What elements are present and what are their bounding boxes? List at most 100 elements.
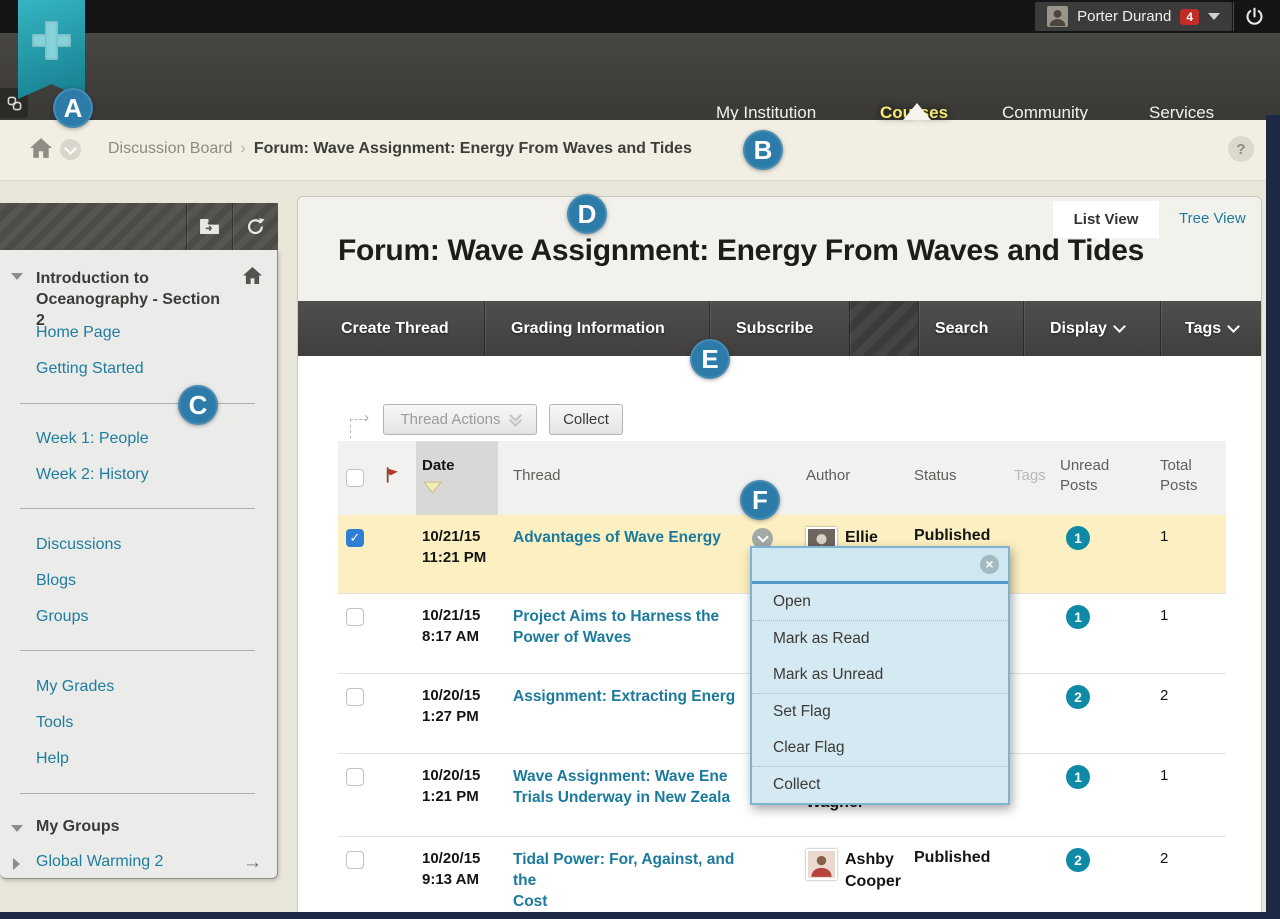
- chevron-down-icon: [1227, 320, 1240, 333]
- group-open-arrow[interactable]: →: [243, 852, 262, 874]
- forum-action-bar: Create Thread Grading Information Subscr…: [298, 301, 1261, 356]
- thread-status: Published: [914, 849, 990, 867]
- user-menu[interactable]: Porter Durand 4: [1035, 2, 1232, 31]
- unread-posts-badge[interactable]: 1: [1066, 526, 1090, 550]
- create-thread-button[interactable]: Create Thread: [341, 301, 449, 356]
- row-checkbox[interactable]: [346, 768, 364, 786]
- forum-header: List View Tree View Forum: Wave Assignme…: [298, 197, 1261, 301]
- chevron-down-icon: [1113, 320, 1126, 333]
- tab-services[interactable]: Services: [1149, 103, 1214, 123]
- thread-actions-button[interactable]: Thread Actions: [383, 404, 537, 435]
- menu-item-mark-as-read[interactable]: Mark as Read: [752, 620, 1008, 657]
- refresh-button[interactable]: [232, 203, 278, 250]
- search-button[interactable]: Search: [935, 301, 988, 356]
- display-menu-button[interactable]: Display: [1050, 301, 1124, 356]
- plus-icon: [45, 21, 58, 60]
- menu-item-mark-as-unread[interactable]: Mark as Unread: [752, 657, 1008, 693]
- thread-link[interactable]: Tidal Power: For, Against, and theCost: [513, 849, 761, 912]
- sidebar-item-blogs[interactable]: Blogs: [36, 572, 76, 590]
- sidebar-item-global-warming-2[interactable]: Global Warming 2: [36, 853, 163, 871]
- sidebar-item-my-grades[interactable]: My Grades: [36, 678, 114, 696]
- course-title: Introduction to Oceanography - Section 2: [36, 268, 231, 331]
- tab-my-institution[interactable]: My Institution: [716, 103, 816, 123]
- actionbar-stripe: [849, 301, 918, 356]
- course-menu: Introduction to Oceanography - Section 2…: [0, 250, 278, 879]
- author-avatar: [806, 849, 837, 880]
- user-name: Porter Durand: [1077, 8, 1171, 25]
- my-groups-heading: My Groups: [36, 818, 120, 836]
- total-posts: 1: [1160, 767, 1168, 784]
- column-header-date[interactable]: Date: [422, 457, 455, 474]
- grading-information-button[interactable]: Grading Information: [511, 301, 665, 356]
- sidebar-item-tools[interactable]: Tools: [36, 714, 73, 732]
- breadcrumb-bar: Discussion Board›Forum: Wave Assignment:…: [0, 120, 1280, 181]
- tab-list-view[interactable]: List View: [1053, 201, 1159, 238]
- breadcrumb-separator: ›: [241, 140, 246, 157]
- my-groups-caret-icon[interactable]: [11, 825, 23, 832]
- chevron-down-icon[interactable]: [1208, 13, 1220, 20]
- collapse-menu-button[interactable]: [186, 203, 232, 250]
- sidebar-item-groups[interactable]: Groups: [36, 608, 88, 626]
- row-checkbox-checked[interactable]: ✓: [346, 529, 364, 547]
- thread-row: 10/20/159:13 AM Tidal Power: For, Agains…: [338, 836, 1226, 919]
- sidebar-item-help[interactable]: Help: [36, 750, 69, 768]
- group-expand-caret-icon[interactable]: [13, 858, 20, 870]
- column-header-total-posts[interactable]: TotalPosts: [1160, 456, 1198, 496]
- actionbar-divider: [1023, 301, 1024, 356]
- thread-status: Published: [914, 527, 990, 545]
- thread-date: 10/20/159:13 AM: [422, 848, 480, 890]
- home-icon: [30, 138, 52, 158]
- menu-item-clear-flag[interactable]: Clear Flag: [752, 730, 1008, 766]
- breadcrumb-expand-button[interactable]: [60, 139, 81, 160]
- notification-count-badge[interactable]: 4: [1180, 9, 1199, 25]
- column-header-unread-posts[interactable]: UnreadPosts: [1060, 456, 1109, 496]
- thread-link[interactable]: Project Aims to Harness thePower of Wave…: [513, 606, 761, 648]
- callout-f: F: [740, 480, 780, 520]
- menu-item-open[interactable]: Open: [752, 584, 1008, 620]
- sort-descending-icon[interactable]: [423, 481, 442, 498]
- column-header-thread[interactable]: Thread: [513, 467, 561, 484]
- sidebar-item-home-page[interactable]: Home Page: [36, 324, 121, 342]
- tab-tree-view[interactable]: Tree View: [1179, 210, 1246, 227]
- unread-posts-badge[interactable]: 1: [1066, 765, 1090, 789]
- menu-item-set-flag[interactable]: Set Flag: [752, 693, 1008, 730]
- help-button[interactable]: ?: [1228, 136, 1254, 162]
- page-title: Forum: Wave Assignment: Energy From Wave…: [338, 234, 1144, 268]
- sidebar-item-week-1-people[interactable]: Week 1: People: [36, 430, 149, 448]
- actionbar-divider: [1160, 301, 1161, 356]
- thread-link[interactable]: Assignment: Extracting Energ: [513, 686, 761, 707]
- thread-link[interactable]: Wave Assignment: Wave EneTrials Underway…: [513, 766, 761, 808]
- window-frame-bottom: [0, 912, 1280, 919]
- select-all-checkbox[interactable]: [346, 469, 364, 487]
- row-checkbox[interactable]: [346, 851, 364, 869]
- double-chevron-icon: [511, 415, 520, 425]
- thread-link[interactable]: Advantages of Wave Energy: [513, 527, 761, 548]
- tags-menu-button[interactable]: Tags: [1185, 301, 1238, 356]
- add-bookmark-ribbon[interactable]: [18, 0, 85, 99]
- unread-posts-badge[interactable]: 2: [1066, 685, 1090, 709]
- menu-item-collect[interactable]: Collect: [752, 766, 1008, 803]
- tab-community[interactable]: Community: [1002, 103, 1088, 123]
- sidebar-divider: [20, 508, 255, 509]
- sidebar-item-discussions[interactable]: Discussions: [36, 536, 121, 554]
- unread-posts-badge[interactable]: 2: [1066, 848, 1090, 872]
- thread-date: 10/20/151:27 PM: [422, 685, 480, 727]
- sidebar-item-getting-started[interactable]: Getting Started: [36, 360, 144, 378]
- column-header-status[interactable]: Status: [914, 467, 957, 484]
- subscribe-button[interactable]: Subscribe: [736, 301, 813, 356]
- course-home-button[interactable]: [243, 267, 262, 289]
- home-button[interactable]: [30, 138, 52, 163]
- row-checkbox[interactable]: [346, 688, 364, 706]
- logout-button[interactable]: [1233, 2, 1274, 31]
- collect-button[interactable]: Collect: [549, 404, 623, 435]
- collapse-course-caret-icon[interactable]: [11, 273, 23, 280]
- unread-posts-badge[interactable]: 1: [1066, 605, 1090, 629]
- person-icon: [808, 851, 835, 878]
- total-posts: 2: [1160, 687, 1168, 704]
- column-header-author[interactable]: Author: [806, 467, 850, 484]
- row-checkbox[interactable]: [346, 608, 364, 626]
- close-icon[interactable]: ×: [980, 555, 999, 574]
- breadcrumb-link[interactable]: Discussion Board: [108, 140, 233, 157]
- sidebar-item-week-2-history[interactable]: Week 2: History: [36, 466, 149, 484]
- context-menu-header: ×: [752, 548, 1008, 584]
